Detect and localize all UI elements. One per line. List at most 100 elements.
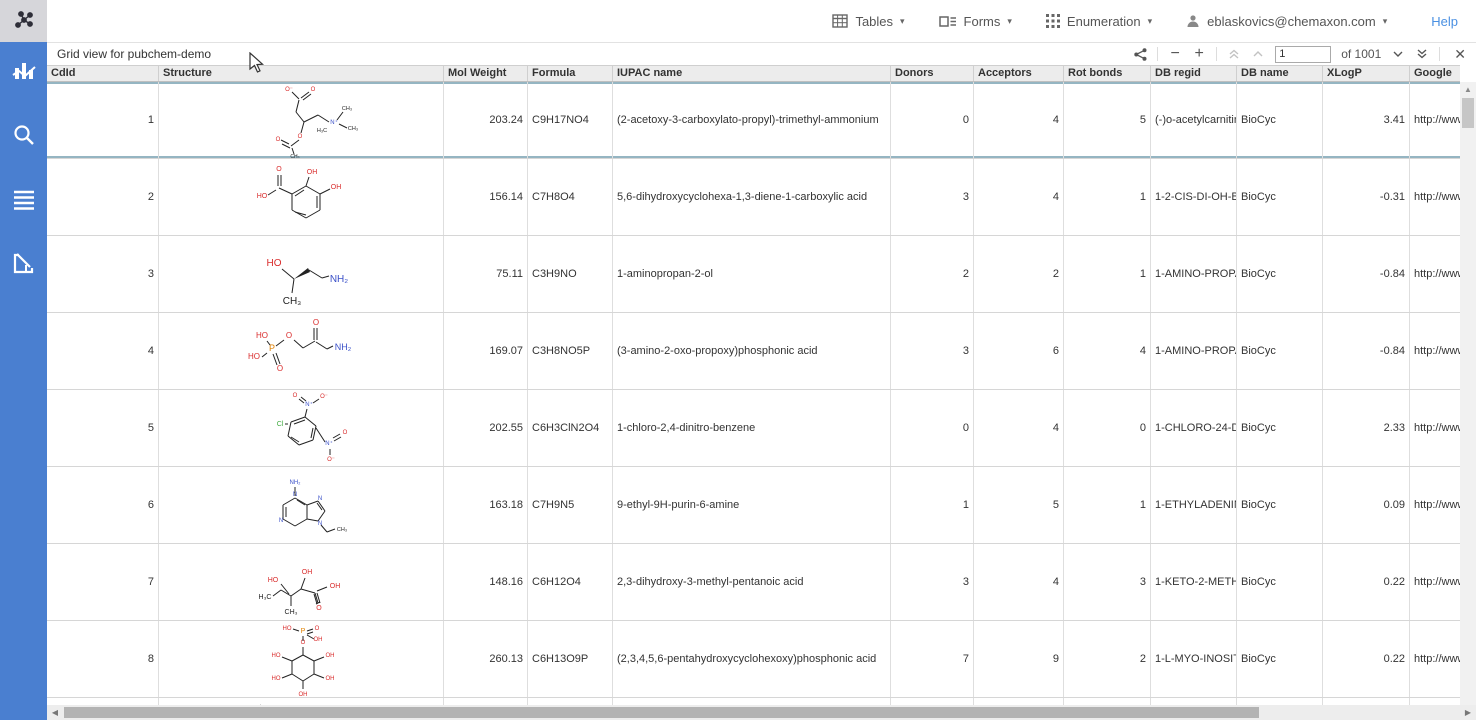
- sidebar-item-analysis[interactable]: [9, 56, 39, 86]
- table-row[interactable]: 5ClN⁺O⁻ON⁺OO⁻202.55C6H3ClN2O41-chloro-2,…: [47, 390, 1460, 467]
- record-total-label: of 1001: [1341, 47, 1381, 61]
- svg-text:N⁺: N⁺: [305, 401, 313, 408]
- svg-text:O: O: [298, 134, 303, 140]
- table-row[interactable]: 1O⁻ON⁺CH₃CH₃H₃COOCH₃203.24C9H17NO4(2-ace…: [47, 82, 1460, 159]
- cell-formula: C3H8NO5P: [528, 313, 613, 389]
- svg-text:N: N: [279, 518, 283, 524]
- column-header-db_name[interactable]: DB name: [1237, 66, 1323, 81]
- svg-text:N⁺: N⁺: [330, 119, 338, 126]
- zoom-in-button[interactable]: +: [1192, 46, 1206, 62]
- table-row[interactable]: 8OPHOOOHOHOHHOHOOH260.13C6H13O9P(2,3,4,5…: [47, 621, 1460, 698]
- sidebar-item-list[interactable]: [9, 184, 39, 214]
- cell-acceptors: 6: [974, 313, 1064, 389]
- cell-iupac_name: 9-ethyl-9H-purin-6-amine: [613, 467, 891, 543]
- column-header-donors[interactable]: Donors: [891, 66, 974, 81]
- svg-text:HO: HO: [283, 626, 292, 632]
- chevron-down-icon: ▾: [1383, 16, 1388, 27]
- scroll-left-arrow[interactable]: ◀: [47, 705, 63, 720]
- cell-google: http://www: [1410, 236, 1460, 312]
- top-menubar: Tables ▾ Forms ▾ Enumeration ▾: [47, 0, 1476, 42]
- sidebar-item-search[interactable]: [9, 120, 39, 150]
- cell-structure: O⁻ON⁺CH₃CH₃H₃COOCH₃: [159, 82, 444, 158]
- record-number-input[interactable]: [1275, 46, 1331, 63]
- forms-menu[interactable]: Forms ▾: [939, 14, 1012, 29]
- scroll-up-arrow[interactable]: ▲: [1460, 82, 1476, 96]
- cell-db_name: BioCyc: [1237, 390, 1323, 466]
- column-header-db_regid[interactable]: DB regid: [1151, 66, 1237, 81]
- cell-db_name: BioCyc: [1237, 159, 1323, 235]
- molecule-structure: H₃CCH₃HOOHOOH: [221, 544, 381, 620]
- column-header-rot_bonds[interactable]: Rot bonds: [1064, 66, 1151, 81]
- cell-acceptors: 9: [974, 621, 1064, 697]
- cell-google: http://www: [1410, 621, 1460, 697]
- close-view-button[interactable]: ✕: [1450, 46, 1470, 63]
- cell-structure: HOHOPOOONH₂: [159, 313, 444, 389]
- vertical-scroll-thumb[interactable]: [1462, 98, 1474, 128]
- user-menu[interactable]: eblaskovics@chemaxon.com ▾: [1186, 14, 1387, 29]
- svg-text:NH₂: NH₂: [290, 480, 302, 486]
- zoom-out-button[interactable]: −: [1168, 46, 1182, 62]
- table-row[interactable]: 2OHOHOHO156.14C7H8O45,6-dihydroxycyclohe…: [47, 159, 1460, 236]
- svg-text:H₃C: H₃C: [259, 594, 272, 601]
- cell-mol_weight: 202.55: [444, 390, 528, 466]
- cell-xlogp: -0.31: [1323, 159, 1410, 235]
- chevron-up-icon: [1252, 48, 1264, 60]
- cell-iupac_name: 1-chloro-2,4-dinitro-benzene: [613, 390, 891, 466]
- svg-text:O: O: [286, 331, 292, 340]
- previous-record-button[interactable]: [1251, 46, 1265, 62]
- cell-iupac_name: (2,3,4,5,6-pentahydroxycyclohexoxy)phosp…: [613, 621, 891, 697]
- table-row[interactable]: 7H₃CCH₃HOOHOOH148.16C6H12O42,3-dihydroxy…: [47, 544, 1460, 621]
- first-record-button[interactable]: [1227, 46, 1241, 62]
- share-button[interactable]: [1133, 46, 1147, 62]
- view-toolbar: Grid view for pubchem-demo − +: [47, 43, 1476, 65]
- column-header-mol_weight[interactable]: Mol Weight: [444, 66, 528, 81]
- cell-acceptors: 2: [974, 236, 1064, 312]
- column-header-acceptors[interactable]: Acceptors: [974, 66, 1064, 81]
- cell-rot_bonds: 2: [1064, 621, 1151, 697]
- app-window: Tables ▾ Forms ▾ Enumeration ▾: [0, 0, 1476, 720]
- cell-donors: 3: [891, 159, 974, 235]
- cell-google: http://www: [1410, 467, 1460, 543]
- table-row[interactable]: 3HONH₂CH₃75.11C3H9NO1-aminopropan-2-ol22…: [47, 236, 1460, 313]
- cell-formula: C9H17NO4: [528, 82, 613, 158]
- column-header-iupac_name[interactable]: IUPAC name: [613, 66, 891, 81]
- cell-xlogp: 0.09: [1323, 467, 1410, 543]
- vertical-scrollbar[interactable]: ▲ ▼: [1460, 82, 1476, 720]
- last-record-button[interactable]: [1415, 46, 1429, 62]
- table-row[interactable]: 4HOHOPOOONH₂169.07C3H8NO5P(3-amino-2-oxo…: [47, 313, 1460, 390]
- tables-menu-label: Tables: [855, 14, 893, 29]
- column-header-xlogp[interactable]: XLogP: [1323, 66, 1410, 81]
- list-icon: [12, 187, 36, 211]
- cell-rot_bonds: 4: [1064, 313, 1151, 389]
- horizontal-scrollbar[interactable]: ◀ ▶: [47, 705, 1476, 720]
- svg-text:OH: OH: [330, 583, 341, 590]
- cell-cdid: 1: [47, 82, 159, 158]
- enumeration-menu[interactable]: Enumeration ▾: [1046, 14, 1152, 29]
- column-header-google[interactable]: Google: [1410, 66, 1460, 81]
- cell-formula: C6H13O9P: [528, 621, 613, 697]
- chevron-down-icon: ▾: [900, 16, 905, 27]
- cell-db_name: BioCyc: [1237, 467, 1323, 543]
- table-row[interactable]: 6NNNNNH₂CH₃163.18C7H9N59-ethyl-9H-purin-…: [47, 467, 1460, 544]
- svg-text:OH: OH: [307, 169, 318, 176]
- column-header-structure[interactable]: Structure: [159, 66, 444, 81]
- cell-google: http://www: [1410, 82, 1460, 158]
- help-link[interactable]: Help: [1431, 14, 1458, 29]
- column-header-formula[interactable]: Formula: [528, 66, 613, 81]
- scroll-right-arrow[interactable]: ▶: [1460, 705, 1476, 720]
- cell-formula: C3H9NO: [528, 236, 613, 312]
- user-menu-label: eblaskovics@chemaxon.com: [1207, 14, 1376, 29]
- svg-text:OH: OH: [314, 637, 323, 643]
- next-record-button[interactable]: [1391, 46, 1405, 62]
- cell-xlogp: -0.84: [1323, 313, 1410, 389]
- app-logo[interactable]: [0, 0, 47, 42]
- tables-menu[interactable]: Tables ▾: [832, 14, 904, 29]
- horizontal-scroll-thumb[interactable]: [64, 707, 1259, 718]
- svg-text:O: O: [276, 166, 282, 173]
- molecule-structure: OPHOOOHOHOHHOHOOH: [221, 621, 381, 697]
- sidebar-item-export[interactable]: [9, 248, 39, 278]
- molecule-structure: HONH₂CH₃: [221, 236, 381, 312]
- column-header-cdid[interactable]: CdId: [47, 66, 159, 81]
- cell-xlogp: 0.22: [1323, 621, 1410, 697]
- cell-db_regid: 1-KETO-2-METHY: [1151, 544, 1237, 620]
